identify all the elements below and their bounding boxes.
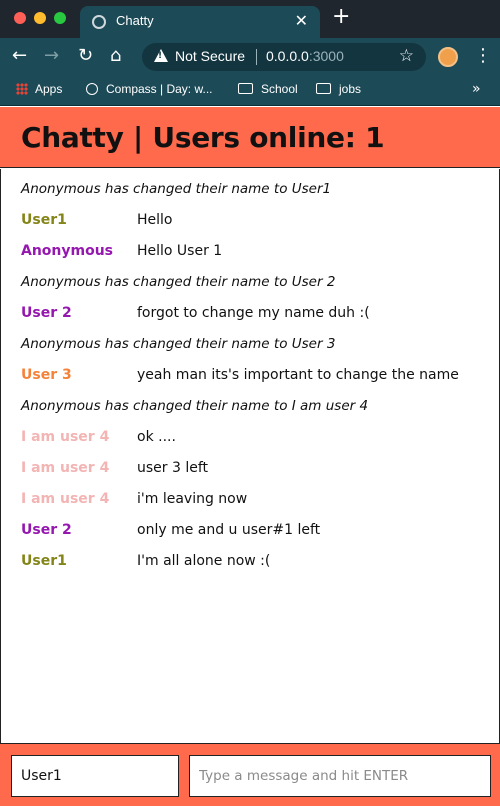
system-notice: Anonymous has changed their name to User…: [21, 181, 332, 197]
system-notice: Anonymous has changed their name to I am…: [21, 398, 369, 414]
message-content: yeah man its's important to change the n…: [137, 367, 459, 383]
message-username: User 3: [21, 367, 72, 383]
message-content: I'm all alone now :(: [137, 553, 271, 569]
message-content: forgot to change my name duh :(: [137, 305, 370, 321]
close-window-button[interactable]: [14, 12, 26, 24]
message-username: I am user 4: [21, 491, 110, 507]
bookmark-compass-label: Compass | Day: w...: [106, 82, 213, 96]
chat-footer: [0, 743, 500, 806]
bookmark-jobs[interactable]: jobs: [316, 82, 361, 96]
url-port: :3000: [308, 48, 344, 64]
address-divider: [256, 49, 257, 65]
address-bar[interactable]: ! Not Secure 0.0.0.0:3000 ☆: [142, 43, 426, 71]
message-content: i'm leaving now: [137, 491, 248, 507]
bookmark-school-label: School: [261, 82, 298, 96]
bookmark-star-icon[interactable]: ☆: [399, 46, 414, 66]
message-username: I am user 4: [21, 460, 110, 476]
message-content: Hello User 1: [137, 243, 223, 259]
username-input[interactable]: [11, 755, 179, 797]
bookmark-apps[interactable]: Apps: [16, 82, 62, 96]
message-content: ok ....: [137, 429, 176, 445]
message-content: Hello: [137, 212, 173, 228]
more-bookmarks-icon[interactable]: »: [472, 81, 481, 97]
message-username: Anonymous: [21, 243, 114, 259]
minimize-window-button[interactable]: [34, 12, 46, 24]
new-tab-button[interactable]: +: [332, 6, 350, 28]
message-content: user 3 left: [137, 460, 209, 476]
forward-arrow-icon[interactable]: →: [44, 45, 59, 67]
browser-tab-bar: Chatty ✕ +: [0, 0, 500, 38]
reload-icon[interactable]: ↻: [78, 45, 93, 67]
app-header: Chatty | Users online: 1: [0, 107, 500, 168]
message-list: Anonymous has changed their name to User…: [0, 169, 500, 743]
kebab-menu-icon[interactable]: ⋮: [474, 44, 492, 68]
back-arrow-icon[interactable]: ←: [12, 45, 27, 67]
folder-icon: [316, 83, 331, 94]
globe-icon: [92, 15, 106, 29]
maximize-window-button[interactable]: [54, 12, 66, 24]
page-title: Chatty | Users online: 1: [21, 121, 385, 154]
url-text[interactable]: 0.0.0.0:3000: [266, 48, 344, 64]
message-username: User1: [21, 212, 67, 228]
browser-toolbar: ← → ↻ ⌂ ! Not Secure 0.0.0.0:3000 ☆ ⋮: [0, 38, 500, 76]
message-username: User 2: [21, 522, 72, 538]
system-notice: Anonymous has changed their name to User…: [21, 274, 336, 290]
bookmark-apps-label: Apps: [35, 82, 63, 96]
folder-icon: [238, 83, 253, 94]
bookmarks-bar: Apps Compass | Day: w... School jobs »: [0, 76, 500, 106]
url-host: 0.0.0.0: [266, 48, 309, 64]
browser-tab[interactable]: Chatty ✕: [80, 6, 320, 38]
bookmark-jobs-label: jobs: [339, 82, 362, 96]
system-notice: Anonymous has changed their name to User…: [21, 336, 336, 352]
security-label[interactable]: Not Secure: [175, 48, 245, 64]
tab-title: Chatty: [116, 13, 154, 28]
message-content: only me and u user#1 left: [137, 522, 321, 538]
message-username: User 2: [21, 305, 72, 321]
compass-icon: [86, 83, 98, 95]
message-username: I am user 4: [21, 429, 110, 445]
message-input[interactable]: [189, 755, 491, 797]
home-icon[interactable]: ⌂: [110, 45, 121, 67]
profile-avatar[interactable]: [438, 47, 458, 67]
message-username: User1: [21, 553, 67, 569]
bookmark-school[interactable]: School: [238, 82, 298, 96]
close-tab-icon[interactable]: ✕: [295, 11, 308, 30]
bookmark-compass[interactable]: Compass | Day: w...: [86, 82, 212, 96]
apps-grid-icon: [16, 83, 28, 95]
